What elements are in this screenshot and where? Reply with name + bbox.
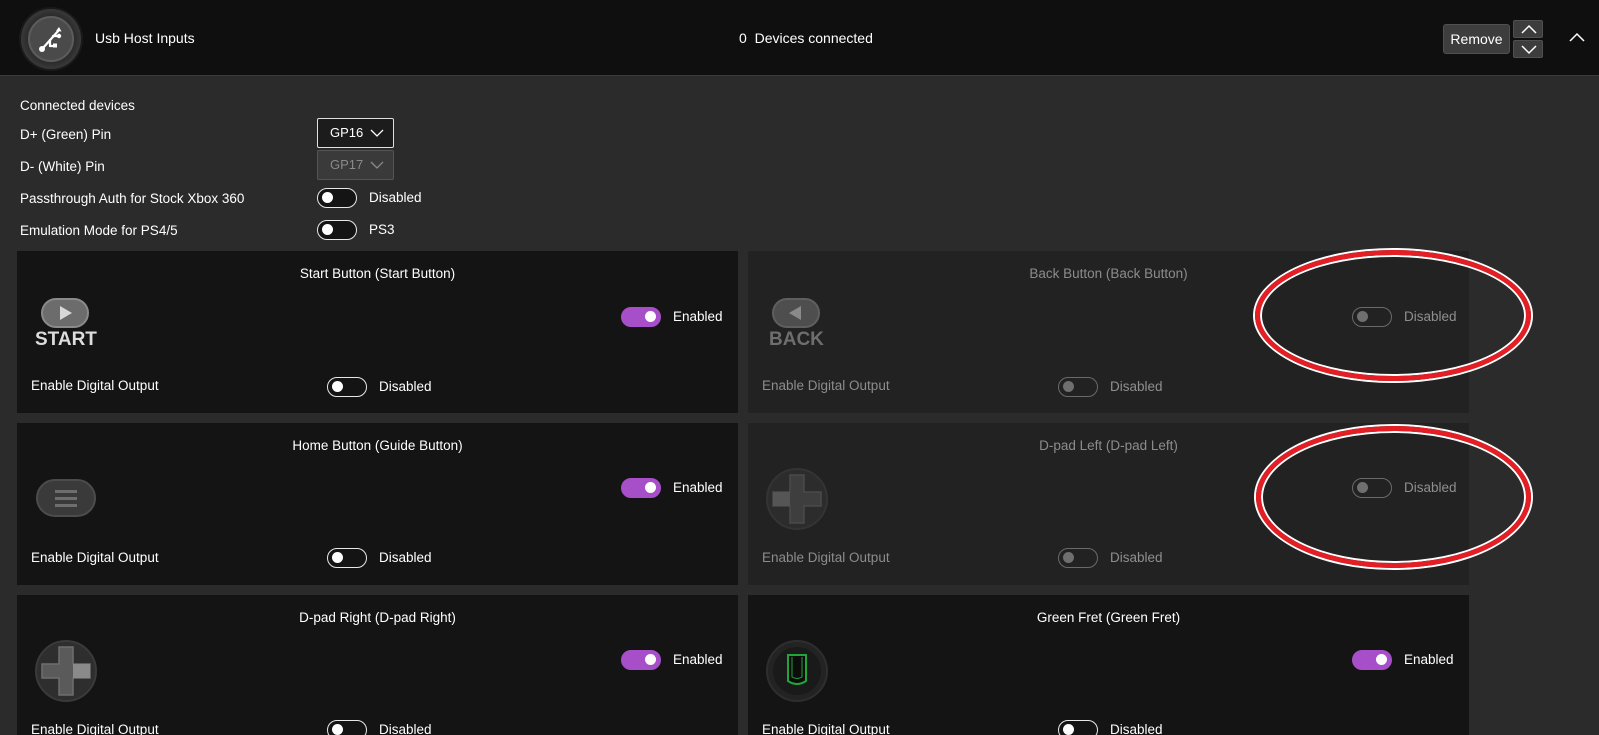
usb-icon [21,9,81,69]
dplus-pin-select[interactable]: GP16 [317,118,394,148]
passthrough-auth-toggle[interactable] [317,188,357,208]
card-title: Green Fret (Green Fret) [1036,610,1181,625]
chevron-down-icon [370,129,384,137]
emulation-mode-toggle[interactable] [317,220,357,240]
digital-output-label: Enable Digital Output [762,378,890,393]
dminus-pin-label: D- (White) Pin [20,159,105,174]
emulation-mode-state: PS3 [369,222,395,237]
move-up-button[interactable] [1513,20,1543,38]
home-digital-output-toggle[interactable] [327,548,367,568]
dpad-right-icon [33,639,99,703]
devices-connected-status: 0 Devices connected [739,30,873,46]
back-digital-output-state: Disabled [1110,379,1163,394]
start-icon-text: START [35,329,97,350]
dplus-pin-value: GP16 [330,125,364,140]
emulation-mode-label: Emulation Mode for PS4/5 [20,223,178,238]
module-header: Usb Host Inputs 0 Devices connected Remo… [0,0,1599,76]
card-title: Home Button (Guide Button) [292,438,463,453]
digital-output-label: Enable Digital Output [31,550,159,565]
dpad-right-enabled-state: Enabled [673,652,723,667]
card-title: D-pad Right (D-pad Right) [299,610,456,625]
chevron-up-icon [1521,24,1537,34]
green-fret-enabled-toggle[interactable] [1352,650,1392,670]
dminus-pin-value: GP17 [330,157,364,172]
dminus-pin-select: GP17 [317,150,394,180]
remove-button[interactable]: Remove [1443,24,1510,54]
move-down-button[interactable] [1513,40,1543,58]
start-enabled-state: Enabled [673,309,723,324]
start-digital-output-state: Disabled [379,379,432,394]
module-title: Usb Host Inputs [95,30,195,46]
chevron-down-icon [370,161,384,169]
dpad-right-digital-output-state: Disabled [379,722,432,735]
dpad-left-digital-output-toggle[interactable] [1058,548,1098,568]
home-enabled-toggle[interactable] [621,478,661,498]
passthrough-auth-label: Passthrough Auth for Stock Xbox 360 [20,191,245,206]
mapping-card-start: Start Button (Start Button) START Enable… [17,251,738,413]
start-button-icon: START [33,295,99,359]
green-fret-digital-output-toggle[interactable] [1058,720,1098,735]
collapse-button[interactable] [1567,30,1587,46]
guide-button-icon [33,467,99,531]
digital-output-label: Enable Digital Output [762,550,890,565]
dpad-right-digital-output-toggle[interactable] [327,720,367,735]
dpad-left-digital-output-state: Disabled [1110,550,1163,565]
mapping-card-green-fret: Green Fret (Green Fret) Enabled Enable D… [748,595,1469,735]
back-icon-text: BACK [769,329,824,350]
device-count: 0 [739,30,747,46]
dpad-left-icon [764,467,830,531]
chevron-up-icon [1569,32,1585,42]
card-title: Start Button (Start Button) [299,266,456,281]
dplus-pin-label: D+ (Green) Pin [20,127,112,142]
mapping-card-dpad-right: D-pad Right (D-pad Right) Enabled Enable… [17,595,738,735]
dpad-right-enabled-toggle[interactable] [621,650,661,670]
digital-output-label: Enable Digital Output [31,722,159,735]
digital-output-label: Enable Digital Output [31,378,159,393]
mapping-card-home: Home Button (Guide Button) Enabled Enabl… [17,423,738,585]
digital-output-label: Enable Digital Output [762,722,890,735]
device-count-label: Devices connected [754,30,873,46]
highlight-ring-back [1255,250,1531,381]
passthrough-auth-state: Disabled [369,190,422,205]
back-button-icon: BACK [764,295,830,359]
highlight-ring-dpad-left [1256,426,1531,568]
home-enabled-state: Enabled [673,480,723,495]
connected-devices-label: Connected devices [20,98,135,113]
home-digital-output-state: Disabled [379,550,432,565]
green-fret-icon [764,639,830,703]
start-digital-output-toggle[interactable] [327,377,367,397]
chevron-down-icon [1521,45,1537,55]
green-fret-enabled-state: Enabled [1404,652,1454,667]
start-enabled-toggle[interactable] [621,307,661,327]
back-digital-output-toggle[interactable] [1058,377,1098,397]
green-fret-digital-output-state: Disabled [1110,722,1163,735]
